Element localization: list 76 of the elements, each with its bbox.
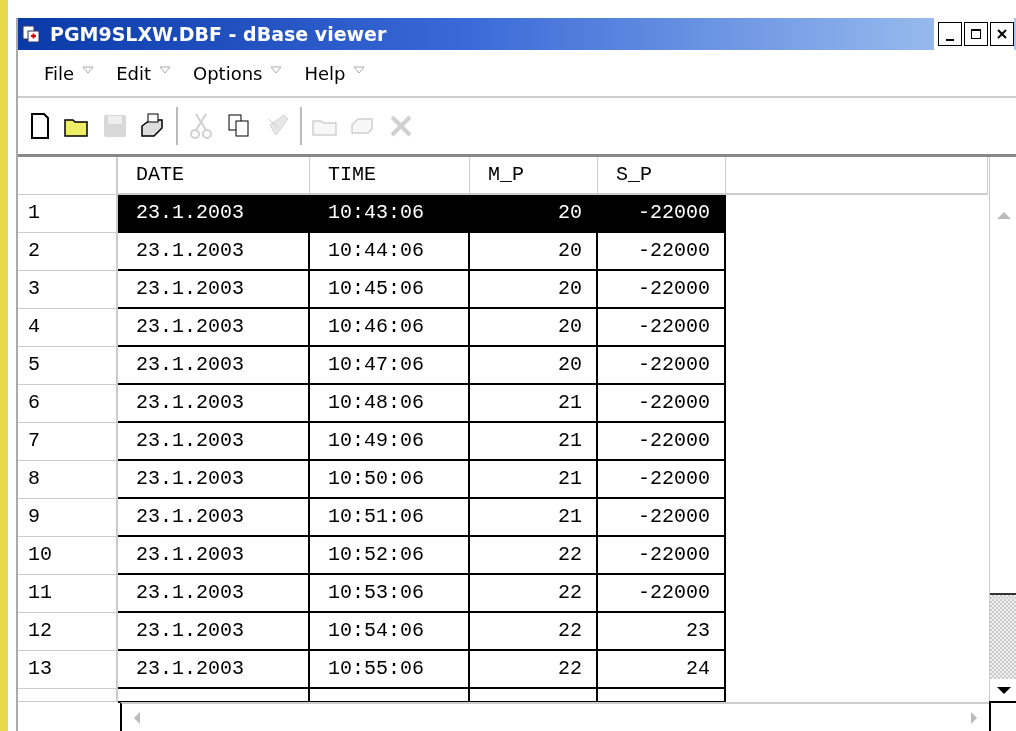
table-cell: 22 — [470, 575, 598, 613]
scroll-down-icon[interactable] — [996, 685, 1012, 695]
table-cell: 10:47:06 — [310, 347, 470, 385]
table-cell: 21 — [470, 385, 598, 423]
dropdown-triangle-icon — [353, 66, 366, 74]
table-cell: 22 — [470, 613, 598, 651]
table-cell: 21 — [470, 499, 598, 537]
maximize-button[interactable] — [964, 22, 988, 46]
table-cell: 23.1.2003 — [118, 651, 310, 689]
table-cell: 23.1.2003 — [118, 575, 310, 613]
table-cell: -22000 — [598, 537, 726, 575]
table-cell: 10:55:06 — [310, 651, 470, 689]
table-cell: 23.1.2003 — [118, 537, 310, 575]
table-cell: 10:44:06 — [310, 233, 470, 271]
table-cell: -22000 — [598, 347, 726, 385]
vertical-scrollbar[interactable] — [989, 157, 1016, 731]
dropdown-triangle-icon — [270, 66, 283, 74]
table-cell: 20 — [470, 195, 598, 233]
table-cell: 10:54:06 — [310, 613, 470, 651]
table-cell: 24 — [598, 651, 726, 689]
table-cell: 20 — [470, 233, 598, 271]
window-title: PGM9SLXW.DBF - dBase viewer — [50, 23, 388, 45]
table-cell: 23.1.2003 — [118, 499, 310, 537]
table-cell: 10:53:06 — [310, 575, 470, 613]
close-icon — [996, 28, 1008, 40]
table-cell: 10:45:06 — [310, 271, 470, 309]
table-cell: 23.1.2003 — [118, 461, 310, 499]
table-cell: -22000 — [598, 385, 726, 423]
table-cell: 23.1.2003 — [118, 385, 310, 423]
minimize-button[interactable] — [938, 22, 962, 46]
table-cell: -22000 — [598, 195, 726, 233]
table-cell: 23.1.2003 — [118, 613, 310, 651]
scroll-left-icon[interactable] — [132, 710, 142, 725]
table-cell: 21 — [470, 461, 598, 499]
table-cell: 21 — [470, 423, 598, 461]
scroll-right-icon[interactable] — [969, 710, 979, 725]
table-cell: 10:52:06 — [310, 537, 470, 575]
scroll-up-icon[interactable] — [996, 211, 1012, 221]
table-cell: -22000 — [598, 499, 726, 537]
table-cell: -22000 — [598, 233, 726, 271]
table-cell: 20 — [470, 347, 598, 385]
table-cell: 22 — [470, 651, 598, 689]
table-cell: 10:48:06 — [310, 385, 470, 423]
table-cell: 22 — [470, 537, 598, 575]
table-cell: -22000 — [598, 461, 726, 499]
table-cell: 23.1.2003 — [118, 423, 310, 461]
menu-item[interactable]: File — [44, 62, 75, 84]
table-cell: 20 — [470, 271, 598, 309]
table-cell: 23.1.2003 — [118, 347, 310, 385]
table-cell: 23.1.2003 — [118, 271, 310, 309]
close-button[interactable] — [990, 22, 1014, 46]
dropdown-triangle-icon — [82, 66, 95, 74]
menu-item[interactable]: Edit — [116, 62, 151, 84]
table-cell: 10:43:06 — [310, 195, 470, 233]
table-cell: 23.1.2003 — [118, 233, 310, 271]
menu-item[interactable]: Help — [304, 62, 346, 84]
scrollbar-thumb[interactable] — [990, 593, 1016, 679]
table-cell: 10:49:06 — [310, 423, 470, 461]
table-cell: -22000 — [598, 575, 726, 613]
menu-item[interactable]: Options — [193, 62, 263, 84]
table-cell: -22000 — [598, 309, 726, 347]
table-cell: 23.1.2003 — [118, 195, 310, 233]
table-cell: 10:51:06 — [310, 499, 470, 537]
table-cell: 20 — [470, 309, 598, 347]
minimize-icon — [946, 39, 954, 41]
table-cell: 23 — [598, 613, 726, 651]
dropdown-triangle-icon — [159, 66, 171, 74]
table-cell: 10:50:06 — [310, 461, 470, 499]
app-icon — [22, 25, 40, 43]
table-cell: 23.1.2003 — [118, 309, 310, 347]
table-cell: 10:46:06 — [310, 309, 470, 347]
maximize-icon — [970, 28, 982, 40]
scrollbar-corner — [989, 701, 1016, 731]
horizontal-scrollbar[interactable] — [120, 702, 989, 731]
table-cell: -22000 — [598, 271, 726, 309]
table-cell: -22000 — [598, 423, 726, 461]
